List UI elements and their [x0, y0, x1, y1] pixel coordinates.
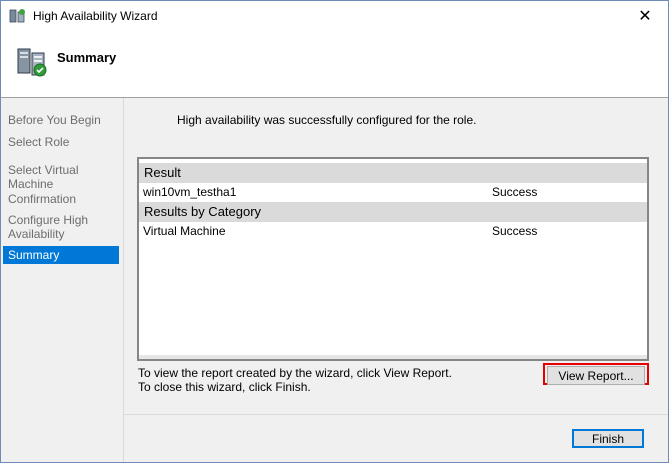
status-message: High availability was successfully confi… — [177, 113, 477, 127]
nav-item-select-virtual-machine[interactable]: Select Virtual Machine — [3, 163, 119, 191]
nav-item-summary[interactable]: Summary — [3, 246, 119, 264]
category-name: Virtual Machine — [143, 224, 226, 238]
category-row[interactable]: Virtual Machine Success — [139, 222, 647, 240]
cluster-wizard-icon — [9, 9, 25, 23]
result-status: Success — [492, 185, 538, 199]
nav-item-configure-high-availability[interactable]: Configure High Availability — [3, 213, 113, 241]
results-list[interactable]: Result win10vm_testha1 Success Results b… — [137, 157, 649, 361]
title-bar: High Availability Wizard ✕ — [1, 1, 668, 31]
footer-divider — [124, 414, 668, 415]
result-row[interactable]: win10vm_testha1 Success — [139, 183, 647, 201]
result-name: win10vm_testha1 — [143, 185, 237, 199]
results-scroll-edge — [139, 355, 647, 359]
page-title: Summary — [57, 50, 117, 65]
wizard-header: Summary — [1, 31, 668, 98]
category-status: Success — [492, 224, 538, 238]
close-button[interactable]: ✕ — [622, 1, 668, 31]
wizard-window: High Availability Wizard ✕ Summary Befor… — [0, 0, 669, 463]
close-hint: To close this wizard, click Finish. — [138, 380, 311, 394]
category-group-header: Results by Category — [139, 202, 647, 222]
view-report-button[interactable]: View Report... — [547, 366, 645, 385]
close-icon: ✕ — [638, 8, 652, 25]
finish-button[interactable]: Finish — [572, 429, 644, 448]
nav-item-before-you-begin[interactable]: Before You Begin — [3, 113, 119, 127]
nav-item-select-role[interactable]: Select Role — [3, 135, 119, 149]
result-group-header: Result — [139, 163, 647, 183]
window-title: High Availability Wizard — [33, 9, 158, 23]
nav-item-confirmation[interactable]: Confirmation — [3, 192, 119, 206]
report-hint: To view the report created by the wizard… — [138, 366, 452, 380]
wizard-nav: Before You Begin Select Role Select Virt… — [1, 98, 124, 462]
cluster-server-icon — [17, 48, 47, 77]
wizard-content: High availability was successfully confi… — [124, 98, 668, 462]
